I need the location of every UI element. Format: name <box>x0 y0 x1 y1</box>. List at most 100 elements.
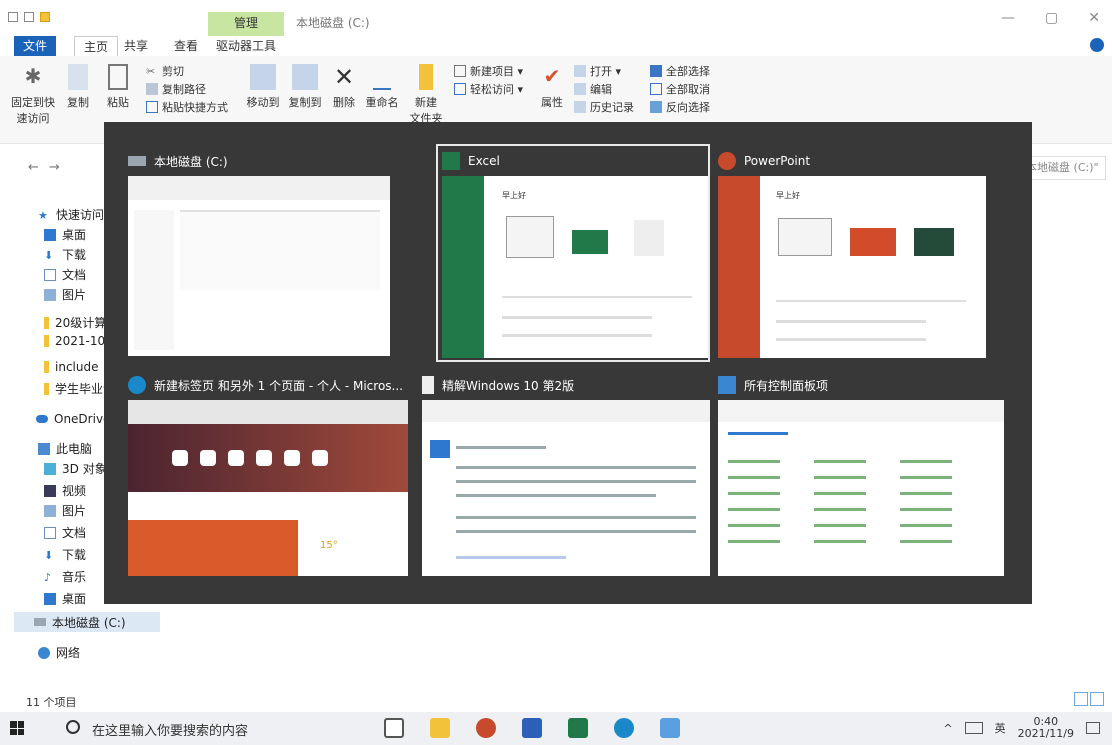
task-card-excel[interactable]: Excel 早上好 <box>436 144 710 362</box>
back-arrow-icon[interactable]: ← <box>28 160 49 175</box>
document-icon <box>44 268 56 281</box>
invert-selection-button[interactable]: 反向选择 <box>650 98 710 116</box>
select-none-button[interactable]: 全部取消 <box>650 80 710 98</box>
excel-icon[interactable] <box>568 718 588 738</box>
properties-label: 属性 <box>541 96 563 109</box>
sidebar-item-label: 文档 <box>62 268 87 282</box>
paste-label: 粘贴 <box>107 96 129 109</box>
sidebar-item-desktop[interactable]: 桌面 <box>44 226 86 243</box>
rename-button[interactable]: 重命名 <box>362 64 402 110</box>
sidebar-item-label: 下载 <box>62 248 87 262</box>
network-icon <box>38 646 50 659</box>
folder-icon <box>419 64 433 90</box>
select-none-label: 全部取消 <box>666 83 710 96</box>
thumb-blank-template <box>778 218 832 256</box>
file-explorer-icon[interactable] <box>430 718 450 738</box>
tab-file[interactable]: 文件 <box>14 36 56 56</box>
select-all-button[interactable]: 全部选择 <box>650 62 710 80</box>
task-card-explorer[interactable]: 本地磁盘 (C:) <box>128 150 390 360</box>
task-view-icon[interactable] <box>384 718 404 738</box>
thumb-text-line <box>456 446 546 449</box>
open-button[interactable]: 打开 ▾ <box>574 62 634 80</box>
sidebar-item-documents[interactable]: 文档 <box>44 266 86 283</box>
sidebar-item-pictures[interactable]: 图片 <box>44 502 86 519</box>
sidebar-item-documents[interactable]: 文档 <box>44 524 86 541</box>
minimize-icon[interactable]: — <box>1001 10 1015 26</box>
delete-button[interactable]: ✕ 删除 <box>326 64 362 110</box>
chevron-up-icon[interactable]: ^ <box>943 722 952 735</box>
large-icons-view-icon[interactable] <box>1090 692 1104 706</box>
tab-drive-tools[interactable]: 驱动器工具 <box>208 36 284 56</box>
sidebar-item-local-disk[interactable]: 本地磁盘 (C:) <box>14 612 160 632</box>
folder-icon <box>44 382 49 395</box>
manage-context-tab[interactable]: 管理 <box>208 12 284 36</box>
desktop-icon <box>44 228 56 241</box>
thumb-item-row <box>814 540 866 543</box>
paste-button[interactable]: 粘贴 <box>98 64 138 110</box>
task-card-thumbnail: 早上好 <box>442 176 708 358</box>
view-toggle <box>1074 692 1104 706</box>
move-to-button[interactable]: 移动到 <box>240 64 286 110</box>
tab-view[interactable]: 查看 <box>174 36 198 56</box>
task-card-document[interactable]: 精解Windows 10 第2版 <box>422 374 710 580</box>
close-icon[interactable]: ✕ <box>1088 10 1100 26</box>
forward-arrow-icon[interactable]: → <box>49 160 70 175</box>
taskbar-search-input[interactable]: 在这里输入你要搜索的内容 <box>92 720 248 739</box>
thumb-item-row <box>728 508 780 511</box>
sidebar-item-downloads[interactable]: ⬇ 下载 <box>44 246 86 263</box>
thumb-text-line <box>456 466 696 469</box>
explorer-icon <box>8 12 18 22</box>
sidebar-item-downloads[interactable]: ⬇ 下载 <box>44 546 86 563</box>
windows-start-icon[interactable] <box>10 721 24 735</box>
sidebar-item-desktop[interactable]: 桌面 <box>44 590 86 607</box>
history-button[interactable]: 历史记录 <box>574 98 634 116</box>
clock[interactable]: 0:40 2021/11/9 <box>1018 716 1074 740</box>
explorer-icon <box>128 156 146 166</box>
properties-qat-icon[interactable] <box>24 12 34 22</box>
open-label: 打开 ▾ <box>590 65 622 78</box>
ime-indicator[interactable]: 英 <box>995 720 1006 736</box>
sidebar-item-pictures[interactable]: 图片 <box>44 286 86 303</box>
control-panel-icon[interactable] <box>660 718 680 738</box>
pin-quick-access-button[interactable]: ✱ 固定到快 速访问 <box>10 64 56 126</box>
details-view-icon[interactable] <box>1074 692 1088 706</box>
copy-path-button[interactable]: 复制路径 <box>146 80 228 98</box>
task-card-control-panel[interactable]: 所有控制面板项 <box>718 374 1004 580</box>
copy-button[interactable]: 复制 <box>60 64 96 110</box>
star-icon: ★ <box>38 208 48 222</box>
search-icon[interactable] <box>66 720 80 734</box>
edit-button[interactable]: 编辑 <box>574 80 634 98</box>
edge-icon[interactable] <box>614 718 634 738</box>
tab-share[interactable]: 共享 <box>124 36 148 56</box>
notification-icon[interactable] <box>1086 722 1100 734</box>
paste-shortcut-button[interactable]: 粘贴快捷方式 <box>146 98 228 116</box>
task-card-edge[interactable]: 新建标签页 和另外 1 个页面 - 个人 - Micros... 15° <box>128 374 408 580</box>
help-icon[interactable] <box>1090 38 1104 52</box>
keyboard-icon[interactable] <box>964 722 983 734</box>
copy-to-button[interactable]: 复制到 <box>282 64 328 110</box>
invert-selection-label: 反向选择 <box>666 101 710 114</box>
properties-button[interactable]: ✔ 属性 <box>534 64 570 110</box>
sidebar-item-onedrive[interactable]: OneDrive <box>36 412 110 426</box>
new-folder-qat-icon[interactable] <box>40 12 50 22</box>
thumb-item-row <box>728 460 780 463</box>
powerpoint-icon[interactable] <box>476 718 496 738</box>
thumb-heading-line <box>456 556 566 559</box>
tab-home[interactable]: 主页 <box>74 36 118 56</box>
sidebar-item-3d-objects[interactable]: 3D 对象 <box>44 460 107 477</box>
sidebar-item-folder[interactable]: include <box>44 360 98 374</box>
sidebar-item-quick-access[interactable]: ★ 快速访问 <box>38 206 104 223</box>
sidebar-item-videos[interactable]: 视频 <box>44 482 86 499</box>
easy-access-button[interactable]: 轻松访问 ▾ <box>454 80 523 98</box>
task-card-powerpoint[interactable]: PowerPoint 早上好 <box>718 150 986 360</box>
sidebar-item-folder[interactable]: 2021-10 <box>44 334 105 348</box>
sidebar-item-network[interactable]: 网络 <box>38 644 80 661</box>
maximize-icon[interactable]: ▢ <box>1045 10 1058 26</box>
cut-button[interactable]: ✂ 剪切 <box>146 62 228 80</box>
new-item-button[interactable]: 新建项目 ▾ <box>454 62 523 80</box>
word-icon[interactable] <box>522 718 542 738</box>
new-folder-button[interactable]: 新建 文件夹 <box>406 64 446 126</box>
sidebar-item-this-pc[interactable]: 此电脑 <box>38 440 92 457</box>
thumb-side-panel <box>718 176 760 358</box>
sidebar-item-music[interactable]: ♪ 音乐 <box>44 568 86 585</box>
